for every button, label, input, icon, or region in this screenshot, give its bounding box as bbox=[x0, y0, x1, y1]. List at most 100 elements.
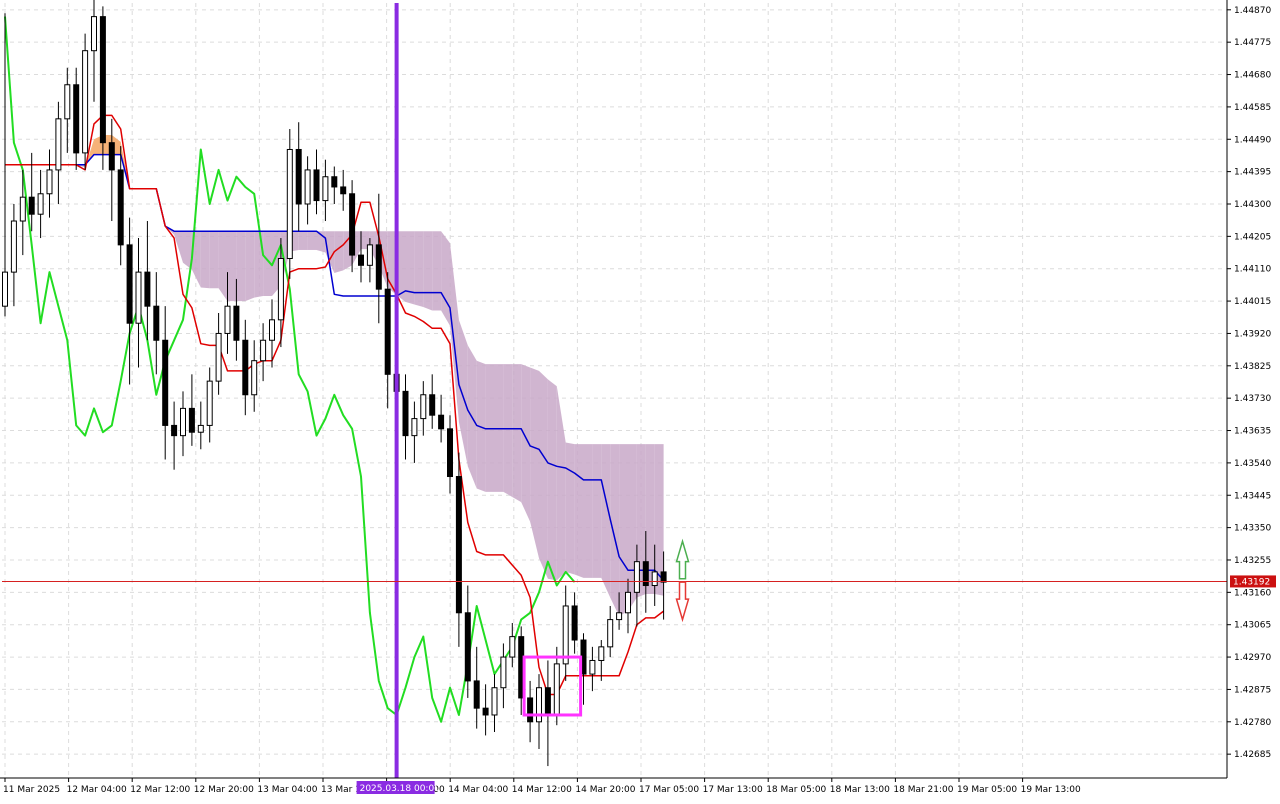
price-tick-label: 1.44205 bbox=[1234, 232, 1271, 242]
candle bbox=[562, 585, 569, 681]
time-tick-label: 14 Mar 20:00 bbox=[575, 785, 635, 795]
ichimoku-cloud bbox=[76, 135, 664, 617]
candle bbox=[571, 592, 578, 654]
candle-body-bear bbox=[455, 476, 462, 614]
time-tick-label: 17 Mar 13:00 bbox=[703, 785, 763, 795]
candle bbox=[598, 640, 605, 681]
cloud-segment bbox=[494, 364, 504, 492]
candle bbox=[589, 646, 596, 692]
candle-body-bull bbox=[589, 659, 596, 675]
candle-body-bull bbox=[64, 84, 71, 120]
price-tick-label: 1.44015 bbox=[1234, 297, 1271, 307]
candle-body-bull bbox=[491, 687, 498, 716]
candle-body-bull bbox=[10, 220, 17, 273]
candle-body-bear bbox=[242, 339, 249, 396]
candle bbox=[91, 0, 97, 102]
cloud-segment bbox=[245, 231, 255, 302]
price-tick-label: 1.44490 bbox=[1234, 135, 1271, 145]
candle bbox=[126, 217, 133, 385]
candle-body-bear bbox=[464, 612, 471, 682]
candle-body-bear bbox=[126, 244, 133, 324]
candle bbox=[340, 169, 347, 211]
candle bbox=[438, 394, 445, 443]
candle-body-bear bbox=[429, 394, 436, 416]
candle bbox=[108, 118, 115, 222]
cloud-segment bbox=[565, 442, 575, 575]
cloud-segment bbox=[583, 444, 593, 578]
candle bbox=[162, 306, 169, 460]
price-tick-label: 1.44680 bbox=[1234, 71, 1271, 81]
candle bbox=[46, 149, 53, 218]
candle bbox=[429, 374, 436, 429]
cloud-segment bbox=[485, 364, 495, 492]
candle-body-bull bbox=[411, 418, 418, 437]
candle bbox=[607, 605, 614, 658]
candle bbox=[260, 323, 267, 382]
cloud-segment bbox=[414, 231, 424, 308]
candle-body-bull bbox=[277, 257, 284, 321]
price-tick-label: 1.43540 bbox=[1234, 459, 1271, 469]
candle-body-bull bbox=[286, 148, 293, 259]
candle-body-bull bbox=[197, 424, 204, 433]
candle-body-bear bbox=[73, 84, 80, 154]
candle bbox=[473, 646, 480, 729]
cloud-segment bbox=[592, 444, 602, 578]
cloud-segment bbox=[512, 364, 522, 503]
price-tick-label: 1.43350 bbox=[1234, 524, 1271, 534]
cloud-segment bbox=[610, 444, 620, 617]
highlighted-time-tag: 2025.03.18 00:00 bbox=[356, 781, 440, 794]
candle bbox=[536, 674, 542, 750]
candle-body-bull bbox=[598, 646, 605, 661]
candle-body-bear bbox=[438, 414, 445, 430]
candle-body-bull bbox=[206, 380, 213, 426]
candle-body-bull bbox=[509, 636, 516, 658]
price-tick-label: 1.44300 bbox=[1234, 200, 1271, 210]
cloud-segment bbox=[432, 231, 442, 311]
candle bbox=[153, 272, 160, 375]
candle-body-bull bbox=[215, 332, 222, 382]
candle bbox=[411, 401, 418, 463]
cloud-segment bbox=[227, 231, 237, 302]
candle-body-bear bbox=[402, 390, 409, 437]
candle-body-bear bbox=[153, 305, 160, 341]
candle-body-bull bbox=[180, 407, 186, 437]
candle-body-bull bbox=[269, 319, 275, 341]
candle bbox=[82, 33, 89, 170]
cloud-segment bbox=[574, 444, 584, 578]
price-tick-label: 1.44585 bbox=[1234, 103, 1271, 113]
time-tick-label: 12 Mar 20:00 bbox=[194, 785, 254, 795]
time-tick-label: 17 Mar 05:00 bbox=[639, 785, 699, 795]
price-tick-label: 1.43255 bbox=[1234, 556, 1271, 566]
time-tick-label: 19 Mar 05:00 bbox=[957, 785, 1017, 795]
time-tick-label: 18 Mar 05:00 bbox=[766, 785, 826, 795]
candle bbox=[544, 660, 551, 767]
candle bbox=[144, 221, 151, 341]
candle-body-bear bbox=[375, 244, 382, 290]
candle bbox=[180, 391, 186, 457]
candle bbox=[375, 193, 382, 324]
candle-body-bear bbox=[340, 186, 347, 195]
candle bbox=[464, 585, 471, 698]
price-tick-label: 1.44110 bbox=[1234, 265, 1271, 275]
candle-body-bear bbox=[233, 305, 240, 341]
cloud-segment bbox=[556, 386, 566, 581]
time-tick-label: 14 Mar 12:00 bbox=[512, 785, 572, 795]
candle-body-bear bbox=[188, 407, 195, 433]
candle bbox=[420, 381, 427, 436]
cloud-segment bbox=[601, 444, 611, 598]
price-tick-label: 1.44870 bbox=[1234, 6, 1271, 16]
time-tick-label: 12 Mar 12:00 bbox=[130, 785, 190, 795]
candle bbox=[242, 319, 249, 416]
candle-body-bull bbox=[304, 169, 311, 205]
time-tick-label: 14 Mar 04:00 bbox=[448, 785, 508, 795]
price-tick-label: 1.43635 bbox=[1234, 427, 1271, 437]
price-tick-label: 1.42875 bbox=[1234, 685, 1271, 695]
candle-body-bear bbox=[313, 169, 320, 202]
candle-body-bear bbox=[358, 254, 364, 266]
price-tick-label: 1.44775 bbox=[1234, 38, 1271, 48]
candle bbox=[295, 122, 302, 232]
candle-body-bull bbox=[322, 176, 329, 202]
price-tick-label: 1.43445 bbox=[1234, 491, 1271, 501]
candle-body-bear bbox=[108, 142, 115, 171]
time-tick-label: 11 Mar 2025 bbox=[3, 785, 60, 795]
